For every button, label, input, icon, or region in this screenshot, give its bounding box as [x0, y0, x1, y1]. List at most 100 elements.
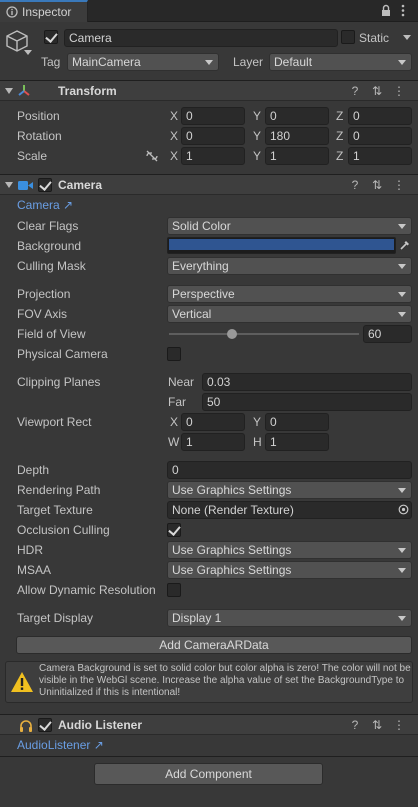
presets-icon[interactable]: ⇅	[366, 718, 388, 732]
audio-listener-header[interactable]: Audio Listener ? ⇅ ⋮	[0, 714, 418, 735]
physical-camera-label: Physical Camera	[17, 347, 108, 361]
foldout-arrow-icon[interactable]	[5, 88, 13, 94]
viewport-y-field[interactable]: 0	[265, 413, 329, 431]
camera-enabled-checkbox[interactable]	[38, 178, 52, 192]
audio-listener-enabled-checkbox[interactable]	[38, 718, 52, 732]
static-checkbox[interactable]	[341, 30, 355, 44]
near-field[interactable]: 0.03	[202, 373, 412, 391]
rotation-y-axis[interactable]: Y	[253, 129, 261, 143]
projection-dropdown[interactable]: Perspective	[167, 285, 412, 303]
culling-mask-dropdown[interactable]: Everything	[167, 257, 412, 275]
scale-z-axis[interactable]: Z	[336, 149, 343, 163]
far-label[interactable]: Far	[168, 395, 186, 409]
rendering-path-dropdown[interactable]: Use Graphics Settings	[167, 481, 412, 499]
clipping-planes-label: Clipping Planes	[17, 375, 101, 389]
fov-axis-value: Vertical	[172, 307, 212, 321]
viewport-w-field[interactable]: 1	[181, 433, 245, 451]
background-color-swatch	[169, 239, 394, 250]
camera-link-text: Camera	[17, 198, 60, 212]
component-menu-icon[interactable]: ⋮	[388, 718, 410, 732]
viewport-h-axis[interactable]: H	[253, 435, 262, 449]
camera-icon	[18, 181, 33, 190]
physical-camera-checkbox[interactable]	[167, 347, 181, 361]
viewport-y-axis[interactable]: Y	[253, 415, 261, 429]
more-options-icon[interactable]	[400, 4, 406, 17]
field-of-view-slider-thumb[interactable]	[226, 329, 237, 339]
position-x-axis[interactable]: X	[170, 109, 178, 123]
target-texture-field[interactable]: None (Render Texture)	[167, 501, 412, 519]
near-label[interactable]: Near	[168, 375, 194, 389]
msaa-dropdown[interactable]: Use Graphics Settings	[167, 561, 412, 579]
viewport-x-axis[interactable]: X	[170, 415, 178, 429]
help-icon[interactable]: ?	[344, 178, 366, 192]
foldout-arrow-icon[interactable]	[5, 182, 13, 188]
depth-label: Depth	[17, 463, 50, 477]
tab-inspector[interactable]: Inspector	[0, 0, 88, 22]
constrain-proportions-icon[interactable]	[145, 150, 159, 162]
position-y-field[interactable]: 0	[265, 107, 329, 125]
layer-value: Default	[274, 55, 313, 69]
audio-listener-link-text: AudioListener	[17, 738, 91, 752]
depth-field[interactable]: 0	[167, 461, 412, 479]
object-picker-icon[interactable]	[398, 504, 409, 515]
far-field[interactable]: 50	[202, 393, 412, 411]
presets-icon[interactable]: ⇅	[366, 84, 388, 98]
icon-dropdown-arrow[interactable]	[24, 50, 32, 55]
rotation-x-field[interactable]: 0	[181, 127, 245, 145]
active-checkbox[interactable]	[44, 30, 58, 44]
position-z-field[interactable]: 0	[348, 107, 412, 125]
position-z-axis[interactable]: Z	[336, 109, 343, 123]
position-x-field[interactable]: 0	[181, 107, 245, 125]
lock-icon[interactable]	[380, 4, 392, 17]
add-component-button[interactable]: Add Component	[94, 763, 323, 785]
layer-dropdown[interactable]: Default	[269, 53, 412, 71]
clear-flags-value: Solid Color	[172, 219, 231, 233]
transform-header[interactable]: Transform ? ⇅ ⋮	[0, 80, 418, 101]
component-menu-icon[interactable]: ⋮	[388, 178, 410, 192]
viewport-x-field[interactable]: 0	[181, 413, 245, 431]
help-icon[interactable]: ?	[344, 84, 366, 98]
target-display-label: Target Display	[17, 611, 94, 625]
rotation-z-field[interactable]: 0	[348, 127, 412, 145]
component-menu-icon[interactable]: ⋮	[388, 84, 410, 98]
background-color-field[interactable]	[167, 237, 396, 254]
eyedropper-icon[interactable]	[399, 239, 411, 251]
tag-dropdown[interactable]: MainCamera	[67, 53, 219, 71]
target-display-dropdown[interactable]: Display 1	[167, 609, 412, 627]
audio-listener-docs-link[interactable]: AudioListener ↗	[17, 738, 104, 752]
viewport-h-field[interactable]: 1	[265, 433, 329, 451]
culling-mask-label: Culling Mask	[17, 259, 86, 273]
viewport-w-axis[interactable]: W	[168, 435, 179, 449]
rotation-x-axis[interactable]: X	[170, 129, 178, 143]
scale-y-axis[interactable]: Y	[253, 149, 261, 163]
scale-label: Scale	[17, 149, 48, 163]
msaa-value: Use Graphics Settings	[172, 563, 292, 577]
scale-z-field[interactable]: 1	[348, 147, 412, 165]
static-dropdown-arrow[interactable]	[403, 35, 411, 40]
scale-y-field[interactable]: 1	[265, 147, 329, 165]
scale-x-field[interactable]: 1	[181, 147, 245, 165]
fov-axis-dropdown[interactable]: Vertical	[167, 305, 412, 323]
position-y-axis[interactable]: Y	[253, 109, 261, 123]
rotation-z-axis[interactable]: Z	[336, 129, 343, 143]
allow-dynamic-resolution-checkbox[interactable]	[167, 583, 181, 597]
clear-flags-dropdown[interactable]: Solid Color	[167, 217, 412, 235]
presets-icon[interactable]: ⇅	[366, 178, 388, 192]
scale-x-axis[interactable]: X	[170, 149, 178, 163]
object-name-field[interactable]: Camera	[64, 29, 338, 47]
camera-docs-link[interactable]: Camera ↗	[17, 198, 73, 212]
background-label: Background	[17, 239, 82, 253]
field-of-view-slider-track[interactable]	[169, 333, 359, 335]
help-icon[interactable]: ?	[344, 718, 366, 732]
add-camera-ar-data-button[interactable]: Add CameraARData	[16, 636, 412, 654]
tag-value: MainCamera	[72, 55, 141, 69]
divider	[0, 756, 418, 757]
msaa-label: MSAA	[17, 563, 52, 577]
camera-header[interactable]: Camera ? ⇅ ⋮	[0, 174, 418, 195]
occlusion-culling-checkbox[interactable]	[167, 523, 181, 537]
hdr-dropdown[interactable]: Use Graphics Settings	[167, 541, 412, 559]
transform-title: Transform	[58, 84, 117, 98]
rotation-y-field[interactable]: 180	[265, 127, 329, 145]
field-of-view-field[interactable]: 60	[363, 325, 412, 343]
warning-text: Camera Background is set to solid color …	[39, 663, 411, 698]
